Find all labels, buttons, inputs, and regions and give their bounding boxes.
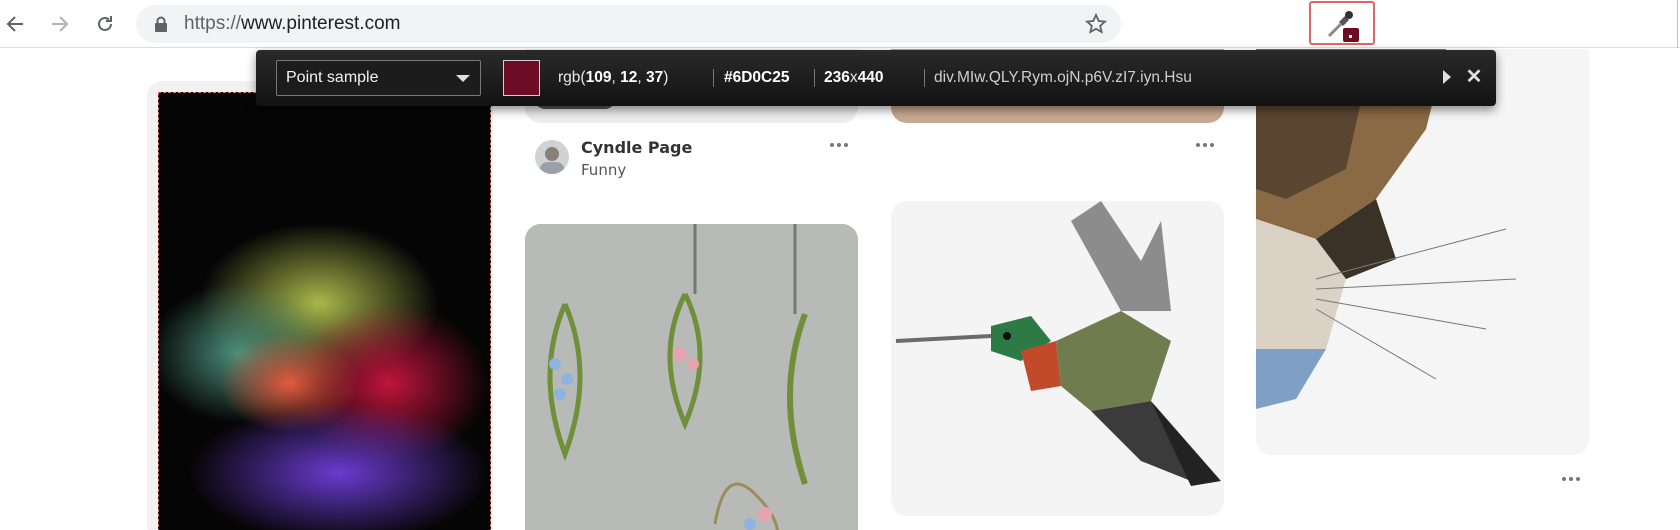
- more-options-button[interactable]: [1192, 139, 1218, 151]
- rgb-r: 109: [585, 69, 612, 86]
- browser-window: https://www.pinterest.com Cyndle Page Fu…: [0, 0, 1680, 530]
- rgb-sep-1: ,: [611, 69, 621, 86]
- reload-icon: [98, 16, 112, 31]
- lock-icon: [155, 16, 167, 32]
- element-selector[interactable]: div.MIw.QLY.Rym.ojN.p6V.zI7.iyn.Hsu: [934, 50, 1192, 106]
- element-width: 236: [824, 69, 850, 86]
- rgb-g: 12: [620, 69, 638, 86]
- url-scheme: https://: [184, 13, 242, 34]
- reload-button[interactable]: [90, 9, 120, 39]
- chevron-down-icon: [456, 75, 470, 82]
- rgb-prefix: rgb(: [558, 69, 586, 86]
- size-separator: x: [849, 69, 858, 86]
- more-options-button[interactable]: [1558, 473, 1584, 485]
- board-name[interactable]: Funny: [581, 161, 626, 179]
- lowpoly-hummingbird-image: [891, 201, 1224, 516]
- divider: [713, 69, 714, 87]
- hex-value[interactable]: #6D0C25: [724, 50, 790, 106]
- sample-mode-value: Point sample: [286, 69, 379, 86]
- url-host: www.pinterest.com: [241, 13, 401, 34]
- flower-pendants-image: [525, 224, 858, 530]
- element-size[interactable]: 236x440: [824, 50, 884, 106]
- pinner-name[interactable]: Cyndle Page: [581, 138, 692, 157]
- more-options-button[interactable]: [826, 139, 852, 151]
- color-powder-image: [159, 93, 490, 530]
- lowpoly-leopard-image: [1256, 49, 1589, 455]
- forward-button[interactable]: [45, 9, 75, 39]
- url-text: https://www.pinterest.com: [184, 5, 400, 43]
- rgb-suffix: ): [663, 69, 669, 86]
- rgb-sep-2: ,: [637, 69, 646, 86]
- close-icon[interactable]: ✕: [1463, 65, 1485, 89]
- color-swatch: [503, 60, 540, 96]
- play-icon[interactable]: [1443, 70, 1451, 84]
- eyedropper-extension-button[interactable]: [1309, 1, 1375, 45]
- browser-toolbar: https://www.pinterest.com: [0, 0, 1680, 48]
- avatar[interactable]: [535, 140, 569, 174]
- arrow-right-icon: [52, 16, 69, 32]
- back-button[interactable]: [0, 9, 30, 39]
- divider: [924, 69, 925, 87]
- element-height: 440: [857, 69, 884, 86]
- pin-image-color-explosion[interactable]: [158, 92, 491, 530]
- address-bar[interactable]: https://www.pinterest.com: [136, 5, 1121, 43]
- eyedropper-icon: [1327, 11, 1359, 42]
- pin-image-hummingbird[interactable]: [891, 201, 1224, 516]
- sample-mode-select[interactable]: Point sample: [276, 60, 481, 96]
- color-picker-panel: Point sample rgb(109, 12, 37) #6D0C25 23…: [256, 50, 1496, 106]
- rgb-b: 37: [645, 69, 664, 86]
- divider: [814, 69, 815, 87]
- star-icon[interactable]: [1085, 13, 1107, 35]
- rgb-value[interactable]: rgb(109, 12, 37): [558, 50, 668, 106]
- pin-image-leopard[interactable]: [1256, 49, 1589, 455]
- pin-attribution[interactable]: Cyndle Page Funny: [535, 138, 855, 186]
- pin-image-flower-pendants[interactable]: [525, 224, 858, 530]
- arrow-left-icon: [6, 16, 23, 32]
- window-edge: [1677, 0, 1678, 48]
